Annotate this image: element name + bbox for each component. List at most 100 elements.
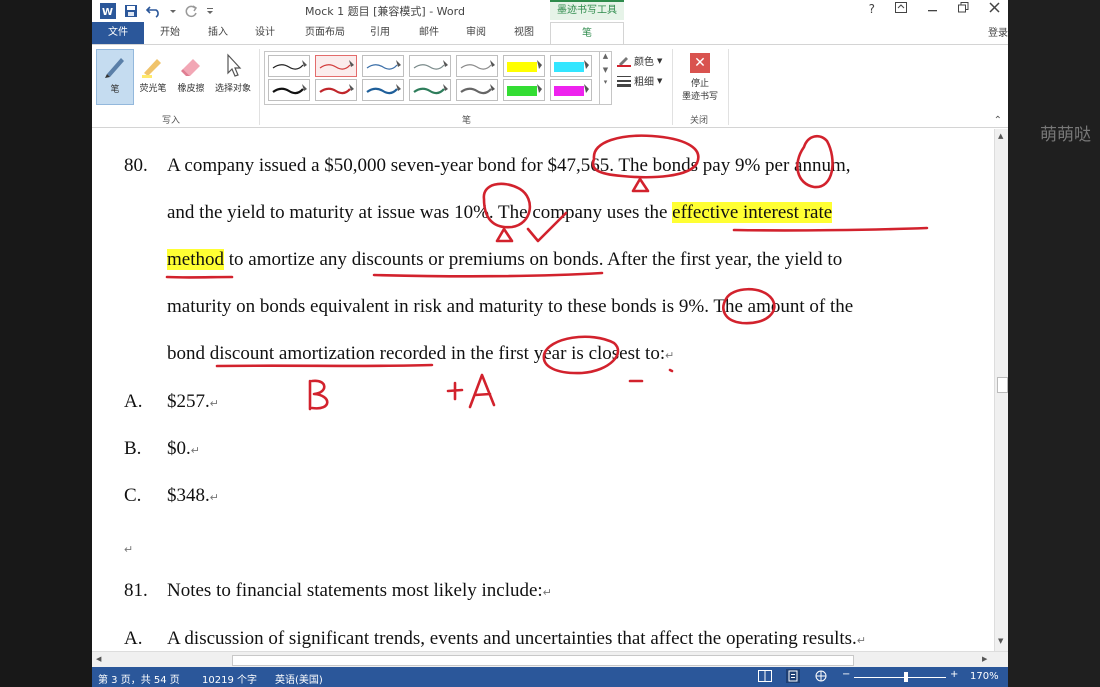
pen-color-icon [617, 56, 631, 67]
ink-underline-effective-rate [732, 226, 929, 232]
horizontal-scroll-thumb[interactable] [232, 655, 854, 666]
pen-swatch-black-thick[interactable] [268, 79, 310, 101]
help-button[interactable]: ? [869, 2, 875, 16]
tab-pens[interactable]: 笔 [550, 22, 624, 45]
scroll-down-icon[interactable]: ▼ [998, 637, 1003, 645]
pen-tool-label: 笔 [110, 85, 120, 95]
zoom-out-icon[interactable]: − [842, 669, 850, 680]
ribbon-tabs: 文件 开始 插入 设计 页面布局 引用 邮件 审阅 视图 笔 [92, 22, 1008, 45]
eraser-tool-label: 橡皮擦 [177, 84, 205, 94]
web-layout-icon[interactable] [814, 670, 828, 685]
pen-swatch-darkgray-thick[interactable] [456, 79, 498, 101]
pen-swatch-gray-thin[interactable] [409, 55, 451, 77]
chevron-down-icon: ▼ [657, 76, 663, 85]
pen-swatch-magenta-highlighter[interactable] [550, 79, 592, 101]
title-bar: W Mock 1 题目 [兼容模式] - Word 墨迹书写工具 ? [92, 0, 1008, 22]
vertical-scrollbar[interactable]: ▲ ▼ [994, 129, 1008, 651]
gallery-up-icon[interactable]: ▲ [600, 52, 611, 60]
pen-weight-label: 粗细 [634, 77, 654, 88]
horizontal-scrollbar[interactable]: ◀ ▶ [92, 651, 1008, 667]
tab-file[interactable]: 文件 [92, 22, 144, 44]
eraser-icon [181, 59, 200, 76]
gallery-down-icon[interactable]: ▼ [600, 66, 611, 74]
close-icon[interactable] [989, 2, 1000, 16]
pen-swatch-gray2-thin[interactable] [456, 55, 498, 77]
highlighter-tool-label: 荧光笔 [139, 84, 167, 94]
ink-circle-9pct-1 [796, 134, 834, 189]
customize-qat-icon[interactable] [206, 4, 214, 18]
highlighter-tool-button[interactable]: 荧光笔 [134, 49, 172, 105]
tab-review[interactable]: 审阅 [460, 22, 492, 44]
scroll-right-icon[interactable]: ▶ [982, 655, 987, 663]
window-title: Mock 1 题目 [兼容模式] - Word [305, 5, 465, 18]
tab-insert[interactable]: 插入 [202, 22, 234, 44]
zoom-slider-thumb[interactable] [904, 672, 908, 682]
pen-swatch-red-thick[interactable] [315, 79, 357, 101]
tab-design[interactable]: 设计 [249, 22, 281, 44]
language-indicator[interactable]: 英语(美国) [275, 671, 323, 686]
tab-references[interactable]: 引用 [364, 22, 396, 44]
word-count[interactable]: 10219 个字 [202, 671, 257, 686]
ink-letter-b [308, 379, 329, 411]
stop-inking-button[interactable]: ✕ 停止 墨迹书写 [678, 53, 722, 102]
ink-letter-a [468, 373, 496, 409]
select-pointer-icon [227, 53, 242, 77]
pen-swatch-yellow-highlighter[interactable] [503, 55, 545, 77]
undo-dropdown-icon[interactable] [170, 4, 176, 18]
zoom-slider[interactable] [854, 677, 946, 678]
zoom-in-icon[interactable]: + [950, 669, 958, 680]
ink-underline-discounts [372, 271, 604, 278]
tab-mailings[interactable]: 邮件 [413, 22, 445, 44]
tab-page-layout[interactable]: 页面布局 [297, 22, 353, 44]
page-count[interactable]: 第 3 页，共 54 页 [98, 671, 180, 686]
read-mode-icon[interactable] [758, 670, 772, 685]
group-separator [259, 49, 260, 125]
minimize-icon[interactable] [927, 2, 938, 16]
gallery-more-icon[interactable]: ▾ [600, 78, 611, 86]
stop-inking-label-1: 停止 [690, 79, 709, 89]
restore-icon[interactable] [958, 2, 969, 16]
close-group-label: 关闭 [690, 116, 709, 126]
word-logo-icon: W [100, 3, 116, 19]
pen-tool-button[interactable]: 笔 [96, 49, 134, 105]
document-area[interactable]: 80. A company issued a $50,000 seven-yea… [92, 129, 994, 651]
ink-circle-9pct-2 [722, 287, 776, 325]
scroll-left-icon[interactable]: ◀ [96, 655, 101, 663]
left-background [0, 0, 92, 687]
pen-swatch-blue-thick[interactable] [362, 79, 404, 101]
ink-annotations [165, 134, 929, 411]
undo-icon[interactable] [146, 4, 162, 18]
pen-color-label: 颜色 [634, 57, 654, 68]
pen-swatch-green-thick[interactable] [409, 79, 451, 101]
pen-weight-dropdown[interactable]: 粗细 ▼ [617, 73, 662, 88]
ink-circle-10pct [482, 182, 532, 229]
tab-view[interactable]: 视图 [507, 22, 541, 44]
ribbon-display-options-icon[interactable] [895, 2, 907, 16]
pen-color-dropdown[interactable]: 颜色 ▼ [617, 53, 662, 68]
select-objects-button[interactable]: 选择对象 [210, 49, 256, 105]
zoom-level[interactable]: 170% [970, 671, 999, 682]
write-group-label: 写入 [162, 116, 181, 126]
gallery-scroll[interactable]: ▲ ▼ ▾ [600, 51, 612, 105]
collapse-ribbon-icon[interactable]: ⌃ [994, 115, 1002, 126]
pen-swatch-blue-thin[interactable] [362, 55, 404, 77]
pen-swatch-cyan-highlighter[interactable] [550, 55, 592, 77]
quick-access-toolbar: W [100, 3, 214, 19]
pen-swatch-red-thin[interactable] [315, 55, 357, 77]
scroll-up-icon[interactable]: ▲ [998, 132, 1003, 140]
ink-checkmark [526, 211, 568, 243]
ink-dot [668, 368, 674, 373]
redo-icon[interactable] [184, 4, 198, 18]
stop-inking-icon: ✕ [690, 53, 710, 73]
ink-plus [446, 381, 464, 401]
group-separator [672, 49, 673, 125]
vertical-scroll-thumb[interactable] [997, 377, 1008, 393]
save-icon[interactable] [124, 4, 138, 18]
pen-swatch-green-highlighter[interactable] [503, 79, 545, 101]
pen-swatch-black-thin[interactable] [268, 55, 310, 77]
eraser-tool-button[interactable]: 橡皮擦 [172, 49, 210, 105]
tab-home[interactable]: 开始 [154, 22, 186, 44]
ink-triangle-47565 [631, 177, 650, 193]
line-weight-icon [617, 75, 631, 87]
print-layout-icon[interactable] [786, 669, 800, 686]
